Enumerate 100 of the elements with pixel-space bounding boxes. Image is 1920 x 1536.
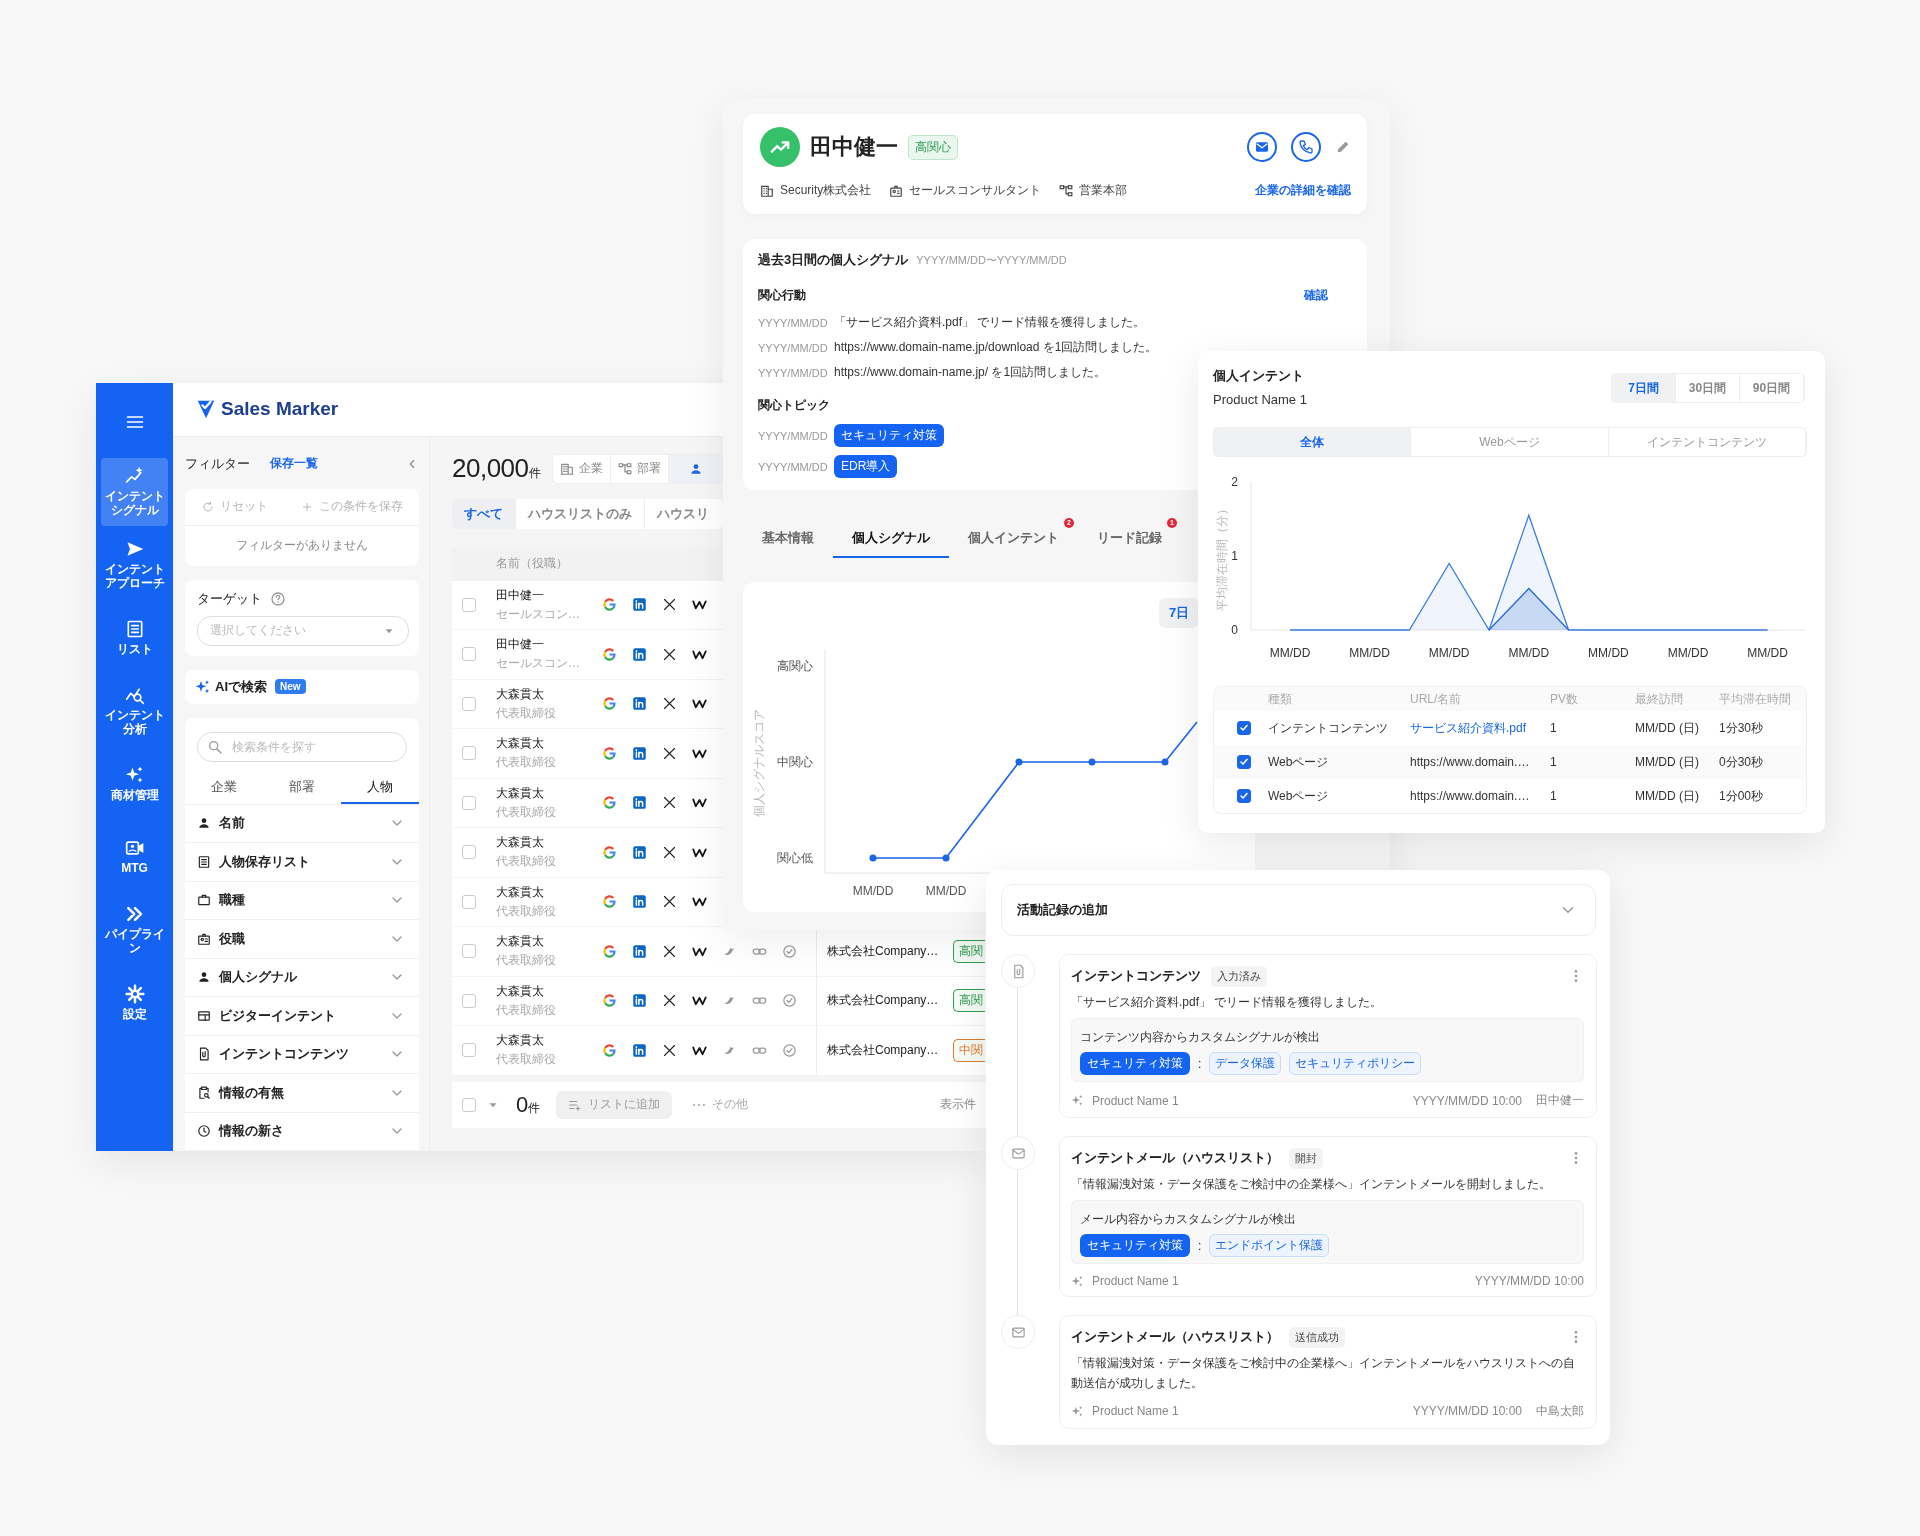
row-checkbox[interactable] (1237, 755, 1251, 769)
period-button[interactable]: 7日 (1159, 598, 1198, 628)
google-icon[interactable] (602, 1042, 617, 1058)
google-icon[interactable] (602, 894, 617, 910)
linkedin-icon[interactable] (632, 993, 647, 1009)
person-name: 大森貫太 (496, 883, 545, 901)
x-icon[interactable] (662, 894, 677, 910)
x-icon[interactable] (662, 844, 677, 860)
detail-tab[interactable]: 個人シグナル (833, 520, 949, 558)
table-row[interactable]: 田中健一 セールスコン… (452, 580, 723, 630)
google-icon[interactable] (602, 745, 617, 761)
google-icon[interactable] (602, 795, 617, 811)
table-row[interactable]: 大森貫太 代表取締役 株式会社Company… 高関 (452, 927, 986, 977)
check-circle-icon[interactable] (782, 943, 797, 959)
ai-search-button[interactable]: AIで検索 (195, 677, 267, 696)
linkedin-icon[interactable] (632, 696, 647, 712)
list-tab[interactable]: すべて (452, 498, 516, 529)
nav-item[interactable]: 商材管理 (101, 750, 168, 818)
x-icon[interactable] (662, 745, 677, 761)
row-checkbox[interactable] (1237, 721, 1251, 735)
nav-item[interactable]: インテント シグナル (101, 458, 168, 526)
row-checkbox[interactable] (1237, 789, 1251, 803)
x-icon[interactable] (662, 646, 677, 662)
new-badge: New (275, 679, 306, 694)
filter-category[interactable]: 情報の新さ (185, 1112, 419, 1151)
list-tab[interactable]: ハウスリストのみ (516, 498, 645, 529)
filter-category[interactable]: ビジターインテント (185, 997, 419, 1036)
saved-list-link[interactable]: 保存一覧 (270, 455, 318, 472)
x-icon[interactable] (662, 597, 677, 613)
google-icon[interactable] (602, 943, 617, 959)
nav-item[interactable]: インテント アプローチ (101, 531, 168, 599)
period-tab[interactable]: 7日間 (1612, 374, 1676, 402)
filter-tab[interactable]: Webページ (1411, 428, 1609, 456)
filter-category[interactable]: インテントコンテンツ (185, 1035, 419, 1074)
nav-item[interactable]: インテント 分析 (101, 677, 168, 745)
date-range: YYYY/MM/DD〜YYYY/MM/DD (916, 253, 1067, 268)
edit-button[interactable] (1335, 139, 1351, 155)
filter-category[interactable]: 個人シグナル (185, 958, 419, 997)
google-icon[interactable] (602, 646, 617, 662)
table-cell-text: Webページ (1268, 753, 1330, 771)
filter-category[interactable]: 役職 (185, 920, 419, 959)
company-detail-link[interactable]: 企業の詳細を確認 (1255, 182, 1351, 199)
linkedin-icon[interactable] (632, 1042, 647, 1058)
table-row[interactable]: 大森貫太 代表取締役 株式会社Company… 中関 (452, 1026, 986, 1076)
filter-tab[interactable]: 全体 (1214, 428, 1412, 456)
nav-item[interactable]: MTG (101, 823, 168, 891)
filter-tab[interactable]: インテントコンテンツ (1608, 428, 1806, 456)
filter-category[interactable]: 職種 (185, 881, 419, 920)
nav-item[interactable]: リスト (101, 604, 168, 672)
table-row[interactable]: 大森貫太 代表取締役 株式会社Company… 高関 (452, 976, 986, 1026)
select-all-checkbox[interactable] (462, 1097, 476, 1112)
google-icon[interactable] (602, 844, 617, 860)
x-icon[interactable] (662, 943, 677, 959)
check-circle-icon[interactable] (782, 1042, 797, 1058)
file-link[interactable]: サービス紹介資料.pdf (1410, 719, 1550, 737)
period-tab[interactable]: 30日間 (1676, 374, 1740, 402)
linkedin-icon[interactable] (632, 894, 647, 910)
x-icon[interactable] (662, 993, 677, 1009)
tick-label: MM/DD (1747, 646, 1788, 660)
entity-tab[interactable] (669, 454, 724, 483)
confirm-link[interactable]: 確認 (1304, 287, 1328, 304)
linkedin-icon[interactable] (632, 943, 647, 959)
email-button[interactable] (1247, 132, 1277, 162)
table-row[interactable]: 大森貫太 代表取締役 (452, 877, 723, 927)
google-icon[interactable] (602, 597, 617, 613)
x-icon[interactable] (662, 795, 677, 811)
table-cell-text: MM/DD (日) (1635, 719, 1700, 737)
linkedin-icon[interactable] (632, 844, 647, 860)
x-icon[interactable] (662, 1042, 677, 1058)
linkedin-icon[interactable] (632, 795, 647, 811)
filter-tab[interactable]: 人物 (341, 771, 419, 804)
nav-item[interactable]: 設定 (101, 969, 168, 1037)
filter-category[interactable]: 人物保存リスト (185, 843, 419, 882)
linkedin-icon[interactable] (632, 597, 647, 613)
linkedin-icon[interactable] (632, 745, 647, 761)
add-activity-dropdown[interactable]: 活動記録の追加 (1001, 884, 1596, 936)
table-row[interactable]: 大森貫太 代表取締役 (452, 778, 723, 828)
selected-count: 0件 (516, 1091, 541, 1118)
google-icon[interactable] (602, 993, 617, 1009)
list-tab[interactable]: ハウスリ (645, 498, 723, 529)
nav-item[interactable]: パイプライ ン (101, 896, 168, 964)
filter-category[interactable]: 名前 (185, 804, 419, 843)
google-icon[interactable] (602, 696, 617, 712)
call-button[interactable] (1291, 132, 1321, 162)
table-row[interactable]: 大森貫太 代表取締役 (452, 729, 723, 779)
table-row[interactable]: 大森貫太 代表取締役 (452, 679, 723, 729)
filter-tab[interactable]: 企業 (185, 771, 263, 804)
table-row[interactable]: 大森貫太 代表取締役 (452, 828, 723, 878)
filter-tab[interactable]: 部署 (263, 771, 341, 804)
linkedin-icon[interactable] (632, 646, 647, 662)
check-circle-icon[interactable] (782, 993, 797, 1009)
search-field[interactable]: 検索条件を探す (197, 731, 407, 762)
entity-tab[interactable]: 企業 (553, 454, 612, 483)
list-icon (197, 854, 211, 869)
table-row[interactable]: 田中健一 セールスコン… (452, 630, 723, 680)
detail-tab[interactable]: 基本情報 (743, 520, 833, 558)
x-icon[interactable] (662, 696, 677, 712)
period-tab[interactable]: 90日間 (1740, 374, 1804, 402)
filter-category[interactable]: 情報の有無 (185, 1074, 419, 1113)
subsection-title: 関心行動 (758, 287, 806, 304)
